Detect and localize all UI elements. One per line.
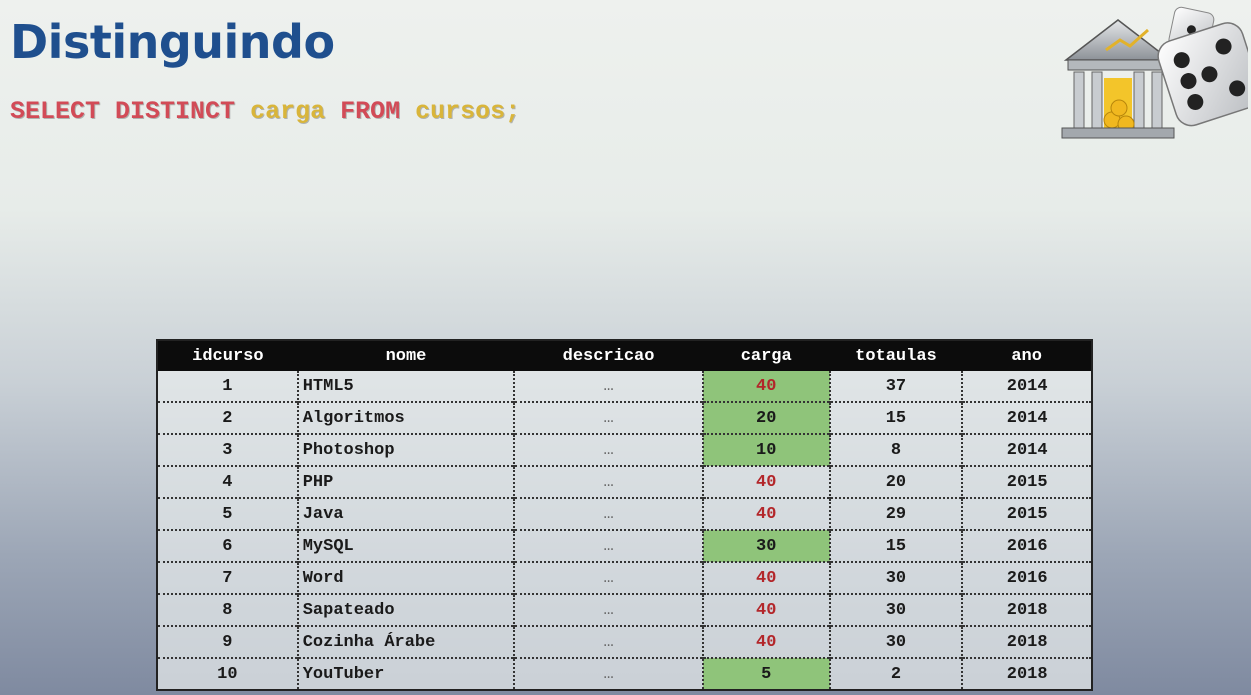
cell-idcurso: 10 (157, 657, 299, 690)
cell-ano: 2018 (962, 625, 1092, 658)
cell-idcurso: 8 (157, 593, 299, 626)
cell-nome: HTML5 (297, 371, 516, 402)
cell-totaulas: 30 (829, 561, 964, 594)
header-nome: nome (297, 340, 515, 371)
cell-carga: 40 (702, 625, 831, 658)
cell-carga: 40 (702, 465, 831, 498)
cell-idcurso: 2 (157, 401, 299, 434)
cell-carga: 20 (702, 401, 831, 434)
cell-idcurso: 4 (157, 465, 299, 498)
table-row: 6 MySQL … 30 15 2016 (157, 529, 1092, 562)
cell-nome: Cozinha Árabe (297, 625, 516, 658)
cell-idcurso: 6 (157, 529, 299, 562)
table-row: 1 HTML5 … 40 37 2014 (157, 371, 1092, 402)
table-row: 3 Photoshop … 10 8 2014 (157, 433, 1092, 466)
cell-carga: 10 (702, 433, 831, 466)
cursos-table: idcurso nome descricao carga totaulas an… (156, 339, 1093, 691)
cell-idcurso: 7 (157, 561, 299, 594)
cell-ano: 2015 (962, 497, 1092, 530)
cell-descricao: … (514, 593, 704, 626)
cell-ano: 2015 (962, 465, 1092, 498)
cell-descricao: … (514, 497, 704, 530)
header-idcurso: idcurso (157, 340, 298, 371)
slide-title: Distinguindo (10, 15, 335, 69)
cell-carga: 40 (702, 497, 831, 530)
cell-idcurso: 9 (157, 625, 299, 658)
table-row: 9 Cozinha Árabe … 40 30 2018 (157, 625, 1092, 658)
cell-descricao: … (514, 529, 704, 562)
cell-totaulas: 30 (829, 593, 964, 626)
cell-nome: Java (297, 497, 516, 530)
cell-descricao: … (514, 561, 704, 594)
cell-ano: 2014 (962, 401, 1092, 434)
cell-descricao: … (514, 625, 704, 658)
cell-totaulas: 30 (829, 625, 964, 658)
cell-ano: 2016 (962, 529, 1092, 562)
cell-nome: Algoritmos (297, 401, 516, 434)
sql-table-name: cursos; (415, 97, 521, 126)
cell-totaulas: 2 (829, 657, 964, 690)
cell-descricao: … (514, 465, 704, 498)
table-row: 10 YouTuber … 5 2 2018 (157, 657, 1092, 690)
header-totaulas: totaulas (829, 340, 963, 371)
cell-idcurso: 3 (157, 433, 299, 466)
cell-nome: Word (297, 561, 516, 594)
cell-totaulas: 8 (829, 433, 964, 466)
cell-ano: 2014 (962, 371, 1092, 402)
cell-totaulas: 29 (829, 497, 964, 530)
cell-totaulas: 15 (829, 529, 964, 562)
cell-ano: 2018 (962, 657, 1092, 690)
header-descricao: descricao (514, 340, 703, 371)
cell-descricao: … (514, 371, 704, 402)
cell-carga: 40 (702, 371, 831, 402)
cell-nome: Photoshop (297, 433, 516, 466)
cell-descricao: … (514, 433, 704, 466)
cell-ano: 2018 (962, 593, 1092, 626)
cell-nome: Sapateado (297, 593, 516, 626)
cell-carga: 5 (702, 657, 831, 690)
cell-totaulas: 20 (829, 465, 964, 498)
sql-keyword-from: FROM (340, 97, 401, 126)
cell-carga: 40 (702, 561, 831, 594)
table-header-row: idcurso nome descricao carga totaulas an… (157, 340, 1092, 371)
sql-statement: SELECT DISTINCT carga FROM cursos; (10, 96, 520, 128)
cell-ano: 2016 (962, 561, 1092, 594)
header-ano: ano (962, 340, 1092, 371)
table-row: 2 Algoritmos … 20 15 2014 (157, 401, 1092, 434)
cell-descricao: … (514, 401, 704, 434)
cell-totaulas: 15 (829, 401, 964, 434)
cell-carga: 30 (702, 529, 831, 562)
bank-dice-icon (1061, 6, 1248, 139)
cell-nome: PHP (297, 465, 516, 498)
cell-ano: 2014 (962, 433, 1092, 466)
table-row: 7 Word … 40 30 2016 (157, 561, 1092, 594)
cell-descricao: … (514, 657, 704, 690)
sql-column-name: carga (250, 97, 326, 126)
cell-nome: MySQL (297, 529, 516, 562)
cell-carga: 40 (702, 593, 831, 626)
cell-nome: YouTuber (297, 657, 516, 690)
table-row: 5 Java … 40 29 2015 (157, 497, 1092, 530)
header-carga: carga (702, 340, 830, 371)
table-row: 4 PHP … 40 20 2015 (157, 465, 1092, 498)
table-row: 8 Sapateado … 40 30 2018 (157, 593, 1092, 626)
cell-idcurso: 5 (157, 497, 299, 530)
sql-keyword-select-distinct: SELECT DISTINCT (10, 97, 236, 126)
cell-totaulas: 37 (829, 371, 964, 402)
cell-idcurso: 1 (157, 371, 299, 402)
